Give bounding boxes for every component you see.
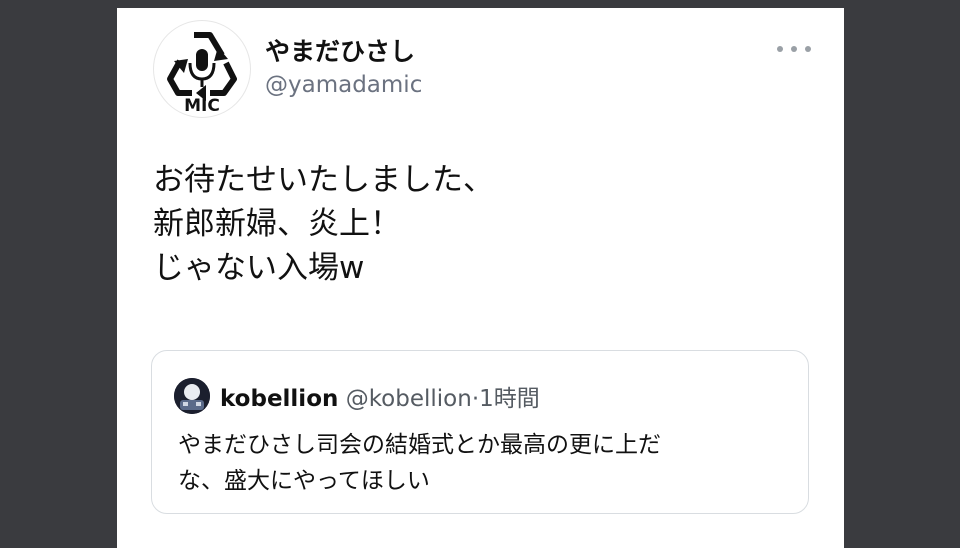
tweet-card: MIC やまだひさし @yamadamic お待たせいたしました、 新郎新婦、炎… bbox=[117, 8, 844, 548]
author-handle[interactable]: @yamadamic bbox=[265, 72, 422, 98]
more-dot bbox=[777, 46, 783, 52]
tweet-text-line: じゃない入場w bbox=[153, 250, 365, 286]
quoted-avatar-image bbox=[174, 378, 210, 414]
author-display-name[interactable]: やまだひさし bbox=[265, 32, 415, 68]
quoted-text-line: な、盛大にやってほしい bbox=[178, 468, 430, 494]
more-dot bbox=[791, 46, 797, 52]
quoted-author-avatar[interactable] bbox=[174, 378, 210, 414]
tweet-text-line: お待たせいたしました、 bbox=[153, 162, 494, 198]
quoted-handle[interactable]: @kobellion bbox=[346, 386, 472, 412]
quoted-text: やまだひさし司会の結婚式とか最高の更に上だ な、盛大にやってほしい bbox=[178, 427, 788, 499]
avatar-mic-text: MIC bbox=[184, 96, 220, 116]
tweet-text-line: 新郎新婦、炎上！ bbox=[153, 206, 401, 242]
mic-logo-icon: MIC bbox=[167, 32, 237, 116]
quoted-text-line: やまだひさし司会の結婚式とか最高の更に上だ bbox=[178, 432, 661, 458]
quoted-header: kobellion @kobellion·1時間 bbox=[220, 379, 540, 413]
author-avatar[interactable]: MIC bbox=[153, 20, 251, 118]
more-options-icon[interactable] bbox=[777, 38, 811, 60]
more-dot bbox=[805, 46, 811, 52]
quoted-timestamp[interactable]: 1時間 bbox=[479, 386, 540, 412]
quoted-display-name[interactable]: kobellion bbox=[220, 386, 338, 412]
tweet-text: お待たせいたしました、 新郎新婦、炎上！ じゃない入場w bbox=[153, 158, 813, 290]
quoted-tweet[interactable]: kobellion @kobellion·1時間 やまだひさし司会の結婚式とか最… bbox=[151, 350, 809, 514]
